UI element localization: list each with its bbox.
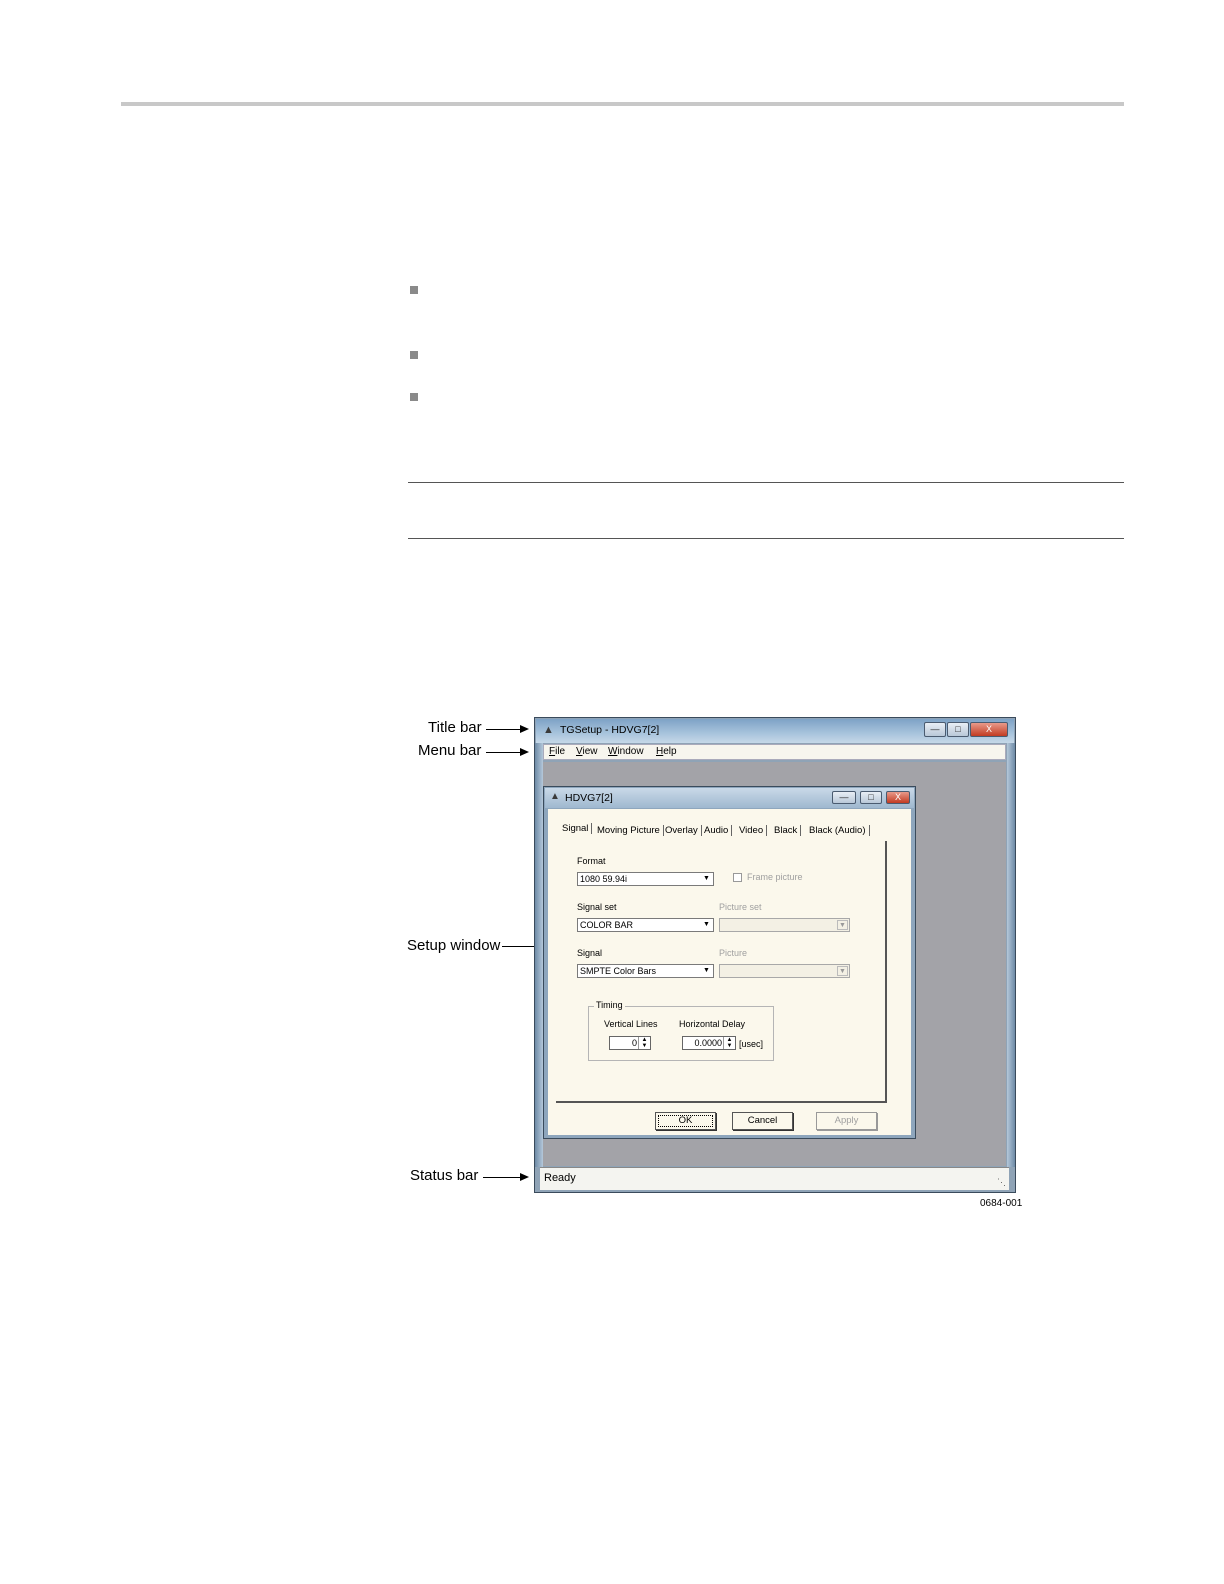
callout-arrowhead	[520, 725, 529, 733]
picture-set-select[interactable]: ▼	[719, 918, 850, 932]
window-frame-right	[1007, 743, 1015, 1167]
figure-code: 0684-001	[980, 1198, 1023, 1209]
callout-arrow	[486, 752, 520, 753]
format-value: 1080 59.94i	[580, 874, 628, 884]
picture-label: Picture	[719, 948, 748, 958]
timing-group	[588, 1006, 774, 1061]
callout-arrowhead	[520, 748, 529, 756]
tab-signal[interactable]: Signal	[562, 823, 593, 834]
signal-set-value: COLOR BAR	[580, 920, 634, 930]
frame-picture-label: Frame picture	[747, 872, 803, 882]
signal-set-label: Signal set	[577, 902, 617, 912]
signal-label: Signal	[577, 948, 603, 958]
bullet-marker	[410, 393, 418, 401]
status-text: Ready	[544, 1172, 576, 1184]
menu-window[interactable]: Window	[608, 746, 644, 757]
window-frame-left	[535, 743, 543, 1167]
chevron-down-icon: ▼	[703, 967, 710, 974]
callout-arrow	[486, 729, 520, 730]
picture-set-label: Picture set	[719, 902, 762, 912]
setup-window: ▲ HDVG7[2] — □ X Signal Moving Picture O…	[543, 786, 916, 1139]
callout-arrowhead	[520, 1173, 529, 1181]
note-rule-bottom	[408, 538, 1124, 539]
app-title: TGSetup - HDVG7[2]	[560, 724, 660, 736]
vertical-lines-value: 0	[631, 1038, 637, 1048]
tab-black-audio[interactable]: Black (Audio)	[809, 825, 870, 836]
menu-help[interactable]: Help	[656, 746, 677, 757]
tab-video[interactable]: Video	[739, 825, 768, 836]
setup-maximize-button[interactable]: □	[860, 791, 882, 804]
setup-dialog-body: Signal Moving Picture Overlay Audio Vide…	[548, 809, 911, 1135]
spin-arrows-icon[interactable]: ▲ ▼	[723, 1037, 735, 1049]
signal-select[interactable]: SMPTE Color Bars ▼	[577, 964, 714, 978]
apply-button[interactable]: Apply	[816, 1112, 877, 1130]
tab-overlay[interactable]: Overlay	[665, 825, 702, 836]
vertical-lines-label: Vertical Lines	[604, 1019, 658, 1029]
app-title-bar[interactable]: ▲ TGSetup - HDVG7[2] — □ X	[536, 719, 1014, 743]
close-button[interactable]: X	[970, 722, 1008, 737]
bullet-marker	[410, 286, 418, 294]
callout-title-bar: Title bar	[428, 719, 482, 736]
format-select[interactable]: 1080 59.94i ▼	[577, 872, 714, 886]
horizontal-delay-stepper[interactable]: 0.0000 ▲ ▼	[682, 1036, 736, 1050]
callout-menu-bar: Menu bar	[418, 742, 482, 759]
callout-setup-window: Setup window	[407, 937, 501, 954]
chevron-down-icon: ▼	[703, 921, 710, 928]
picture-select[interactable]: ▼	[719, 964, 850, 978]
signal-set-select[interactable]: COLOR BAR ▼	[577, 918, 714, 932]
setup-title-bar[interactable]: ▲ HDVG7[2] — □ X	[545, 788, 914, 808]
tab-moving-picture[interactable]: Moving Picture	[597, 825, 664, 836]
maximize-button[interactable]: □	[947, 722, 969, 737]
chevron-down-icon: ▼	[837, 966, 848, 976]
tab-black[interactable]: Black	[774, 825, 802, 836]
spin-arrows-icon[interactable]: ▲ ▼	[638, 1037, 650, 1049]
menu-file[interactable]: File	[549, 746, 565, 757]
format-label: Format	[577, 856, 606, 866]
chevron-down-icon: ▼	[703, 875, 710, 882]
status-bar: Ready ⋱	[540, 1167, 1009, 1190]
callout-arrow	[483, 1177, 520, 1178]
setup-minimize-button[interactable]: —	[832, 791, 856, 804]
horizontal-delay-label: Horizontal Delay	[679, 1019, 746, 1029]
setup-title: HDVG7[2]	[565, 792, 613, 804]
ok-button[interactable]: OK	[655, 1112, 716, 1130]
resize-grip-icon[interactable]: ⋱	[997, 1177, 1006, 1188]
minimize-button[interactable]: —	[924, 722, 946, 737]
frame-picture-checkbox[interactable]	[733, 873, 742, 882]
horizontal-delay-value: 0.0000	[694, 1038, 722, 1048]
cancel-button[interactable]: Cancel	[732, 1112, 793, 1130]
header-rule	[121, 102, 1124, 106]
callout-status-bar: Status bar	[410, 1167, 479, 1184]
app-icon: ▲	[543, 724, 554, 736]
setup-window-icon: ▲	[550, 791, 560, 802]
bullet-marker	[410, 351, 418, 359]
vertical-lines-stepper[interactable]: 0 ▲ ▼	[609, 1036, 651, 1050]
setup-close-button[interactable]: X	[886, 791, 910, 804]
chevron-down-icon: ▼	[837, 920, 848, 930]
tab-audio[interactable]: Audio	[704, 825, 733, 836]
menu-view[interactable]: View	[576, 746, 598, 757]
note-rule-top	[408, 482, 1124, 483]
menu-bar: File View Window Help	[543, 744, 1006, 760]
horizontal-delay-unit: [usec]	[739, 1039, 764, 1049]
signal-value: SMPTE Color Bars	[580, 966, 657, 976]
timing-label: Timing	[594, 1000, 625, 1010]
